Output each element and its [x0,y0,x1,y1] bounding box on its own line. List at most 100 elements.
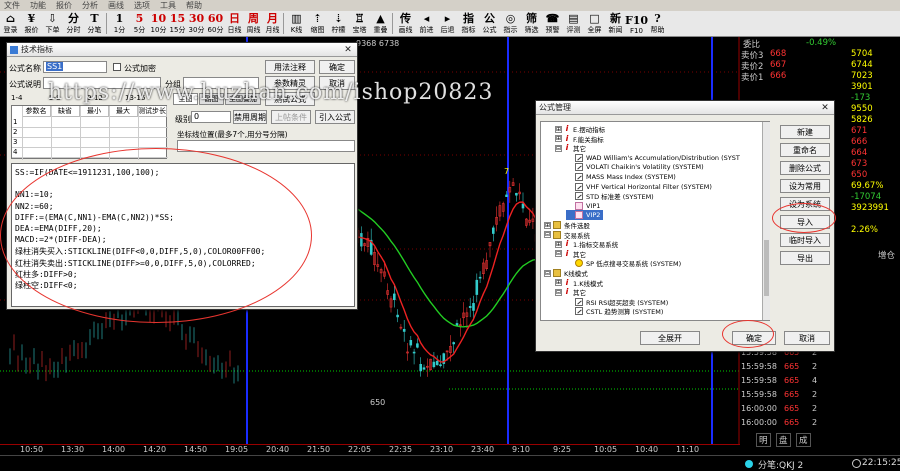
toolbar-button[interactable]: ⇩ 下单 [42,11,63,36]
toolbar-button[interactable]: ▲ 重叠 [370,11,391,36]
toolbar-button[interactable]: ▤ 评测 [563,11,584,36]
collapse-icon[interactable]: ⊟ [555,250,562,258]
toolbar-button[interactable]: 15 15分 [168,11,187,36]
level-select[interactable]: 0 [191,111,231,123]
menu-item[interactable]: 选项 [134,0,150,11]
tree-node[interactable]: VOLATI Chaikin's Volatility (SYSTEM) [566,162,704,172]
draw-mode-tab[interactable]: 副图 [199,93,224,105]
tech-window-titlebar[interactable]: 技术指标 ✕ [7,43,357,57]
disable-cycle-button[interactable]: 禁用周期 [233,110,267,124]
param-wizard-button[interactable]: 参数精灵 [265,76,315,90]
rename-button[interactable]: 重命名 [780,143,830,157]
collapse-icon[interactable]: ⊟ [555,288,562,296]
tree-node[interactable]: ⊟ i 其它 [555,143,586,153]
quote-tab[interactable]: 盘 [776,433,791,447]
menu-item[interactable]: 文件 [4,0,20,11]
tree-node[interactable]: ⊞ i 1.指标交易系统 [555,239,618,249]
toolbar-button[interactable]: 分分时 [63,11,84,36]
tree-node[interactable]: ⊟ i 其它 [555,249,586,259]
toolbar-button[interactable]: ▥ K线 [286,11,307,36]
toolbar-button[interactable]: ? 帮助 [647,11,668,36]
param-tab[interactable]: 9-12 [87,94,103,102]
expand-all-button[interactable]: 全展开 [640,331,700,345]
tree-node[interactable]: ⊟ i 其它 [555,287,586,297]
ok-button[interactable]: 确定 [319,60,355,74]
toolbar-button[interactable]: 月月线 [263,11,282,36]
tree-node[interactable]: SP 低点搜寻交易系统 (SYSTEM) [566,258,681,268]
tree-node[interactable]: VIP1 [566,201,600,211]
menu-item[interactable]: 工具 [160,0,176,11]
toolbar-button[interactable]: ☎ 预警 [542,11,563,36]
menu-item[interactable]: 分析 [82,0,98,11]
toolbar-button[interactable]: 新新闻 [605,11,626,36]
toolbar-button[interactable]: 公公式 [479,11,500,36]
toolbar-button[interactable]: 5 5分 [130,11,149,36]
expand-icon[interactable]: ⊞ [555,240,562,248]
tree-node[interactable]: ⊟ 交易系统 [544,230,590,240]
expand-icon[interactable]: ⊞ [555,135,562,143]
tree-node[interactable]: ⊞ i F.能关指标 [555,134,604,144]
toolbar-button[interactable]: 周周线 [244,11,263,36]
collapse-icon[interactable]: ⊟ [544,269,551,277]
tree-scroll-thumb[interactable] [764,240,769,296]
usage-notes-button[interactable]: 用法注释 [265,60,315,74]
tree-node[interactable]: VHF Vertical Horizontal Filter (SYSTEM) [566,182,712,192]
expand-icon[interactable]: ⊞ [555,279,562,287]
quote-tab[interactable]: 明 [756,433,771,447]
tree-scrollbar[interactable] [762,122,770,320]
toolbar-button[interactable]: F10 F10 [625,11,648,36]
param-tab[interactable]: 1-4 [11,94,22,102]
tree-node[interactable]: VIP2 [566,210,604,221]
formula-tree[interactable]: ⊞ i E.摆动指标 ⊞ i F.能关指标 ⊟ i 其它 WAD William's Accumu… [540,121,770,321]
tree-node[interactable]: ⊟ K线模式 [544,268,588,278]
toolbar-button[interactable]: 传画线 [395,11,416,36]
tree-node[interactable]: WAD William's Accumulation/Distribution … [566,153,740,163]
toolbar-button[interactable]: T 分笔 [84,11,105,36]
toolbar-button[interactable]: ⌂ 登录 [0,11,21,36]
set-common-button[interactable]: 设为常用 [780,179,830,193]
tree-node[interactable]: ⊞ 条件选股 [544,220,590,230]
draw-mode-tab[interactable]: 主图叠加 [225,93,261,105]
toolbar-button[interactable]: 指指标 [458,11,479,36]
param-tab[interactable]: 13-16 [125,94,145,102]
close-icon[interactable]: ✕ [816,101,834,114]
toolbar-button[interactable]: ◂ 前进 [416,11,437,36]
param-row[interactable] [12,137,168,138]
toolbar-button[interactable]: 10 10分 [149,11,168,36]
toolbar-button[interactable]: ⇡ 缩图 [307,11,328,36]
toolbar-button[interactable]: ♖ 宝塔 [349,11,370,36]
formula-window-titlebar[interactable]: 公式管理 ✕ [536,101,834,115]
toolbar-button[interactable]: ◎ 指示 [500,11,521,36]
toolbar-button[interactable]: 30 30分 [187,11,206,36]
quote-tab[interactable]: 成 [796,433,811,447]
tree-node[interactable]: ⊞ i 1.K线模式 [555,278,603,288]
menu-item[interactable]: 画线 [108,0,124,11]
group-select[interactable] [183,77,259,89]
tree-node[interactable]: CSTL 趋势测算 (SYSTEM) [566,306,663,316]
toolbar-button[interactable]: □ 全屏 [584,11,605,36]
toolbar-button[interactable]: 1 1分 [109,11,130,36]
toolbar-button[interactable]: ¥ 报价 [21,11,42,36]
tree-node[interactable]: MASS Mass Index (SYSTEM) [566,172,676,182]
cancel-button[interactable]: 取消 [319,76,355,90]
encrypt-checkbox[interactable] [113,63,121,71]
export-button[interactable]: 导出 [780,251,830,265]
param-row[interactable] [12,127,168,128]
toolbar-button[interactable]: ⇣ 柠檬 [328,11,349,36]
axis-lines-input[interactable] [177,140,355,152]
submit-condition-button[interactable]: 上帖条件 [271,110,311,124]
status-code[interactable]: 分笔:QKJ 2 [758,458,803,471]
tree-node[interactable]: RSI RSI超买超卖 (SYSTEM) [566,297,668,307]
collapse-icon[interactable]: ⊟ [544,231,551,239]
formula-cancel-button[interactable]: 取消 [784,331,830,345]
formula-name-input[interactable]: SS1 [43,61,107,73]
tree-node[interactable]: ⊞ i E.摆动指标 [555,124,605,134]
import-formula-button[interactable]: 引入公式 [315,110,355,124]
expand-icon[interactable]: ⊞ [555,125,562,133]
menu-item[interactable]: 报价 [56,0,72,11]
toolbar-button[interactable]: ▸ 后退 [437,11,458,36]
expand-icon[interactable]: ⊞ [544,221,551,229]
toolbar-button[interactable]: 筛筛选 [521,11,542,36]
test-formula-button[interactable]: 测试公式 [265,92,315,106]
draw-mode-tab[interactable]: 主图 [173,93,198,105]
